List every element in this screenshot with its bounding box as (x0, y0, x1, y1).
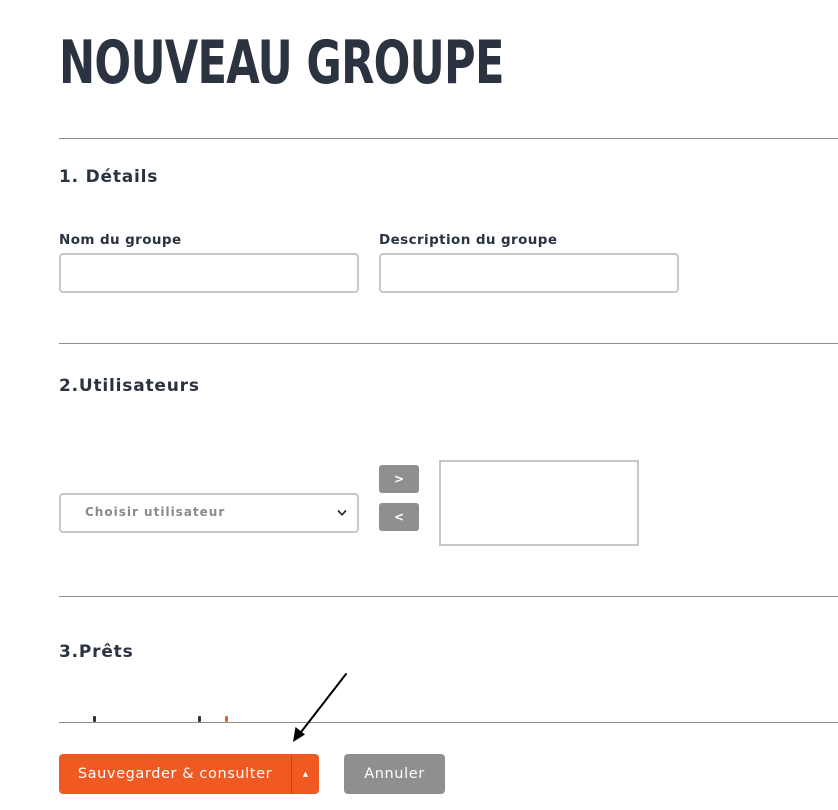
divider (59, 596, 838, 597)
add-user-button[interactable]: > (379, 465, 419, 493)
save-and-view-button[interactable]: Sauvegarder & consulter (59, 754, 291, 794)
selected-users-list[interactable] (439, 460, 639, 546)
save-button-group: Sauvegarder & consulter ▲ (59, 754, 319, 794)
section-title-loans: 3.Prêts (59, 642, 134, 662)
caret-up-icon: ▲ (302, 770, 309, 778)
remove-user-button[interactable]: < (379, 503, 419, 531)
section-title-details: 1. Détails (59, 167, 159, 187)
group-description-input[interactable] (379, 253, 679, 293)
divider (59, 343, 838, 344)
chevron-right-icon: > (393, 472, 405, 486)
cancel-button[interactable]: Annuler (344, 754, 445, 794)
group-name-label: Nom du groupe (59, 232, 182, 248)
chevron-down-icon (337, 510, 347, 516)
chevron-left-icon: < (393, 510, 405, 524)
section-title-users: 2.Utilisateurs (59, 376, 200, 396)
user-select[interactable]: Choisir utilisateur (59, 493, 359, 533)
annotation-arrow-icon (293, 673, 347, 742)
page-title: NOUVEAU GROUPE (59, 28, 504, 98)
save-options-toggle[interactable]: ▲ (291, 754, 319, 794)
divider (59, 138, 838, 139)
group-description-label: Description du groupe (379, 232, 558, 248)
user-select-value: Choisir utilisateur (85, 505, 226, 519)
footer-divider (59, 722, 838, 723)
group-name-input[interactable] (59, 253, 359, 293)
